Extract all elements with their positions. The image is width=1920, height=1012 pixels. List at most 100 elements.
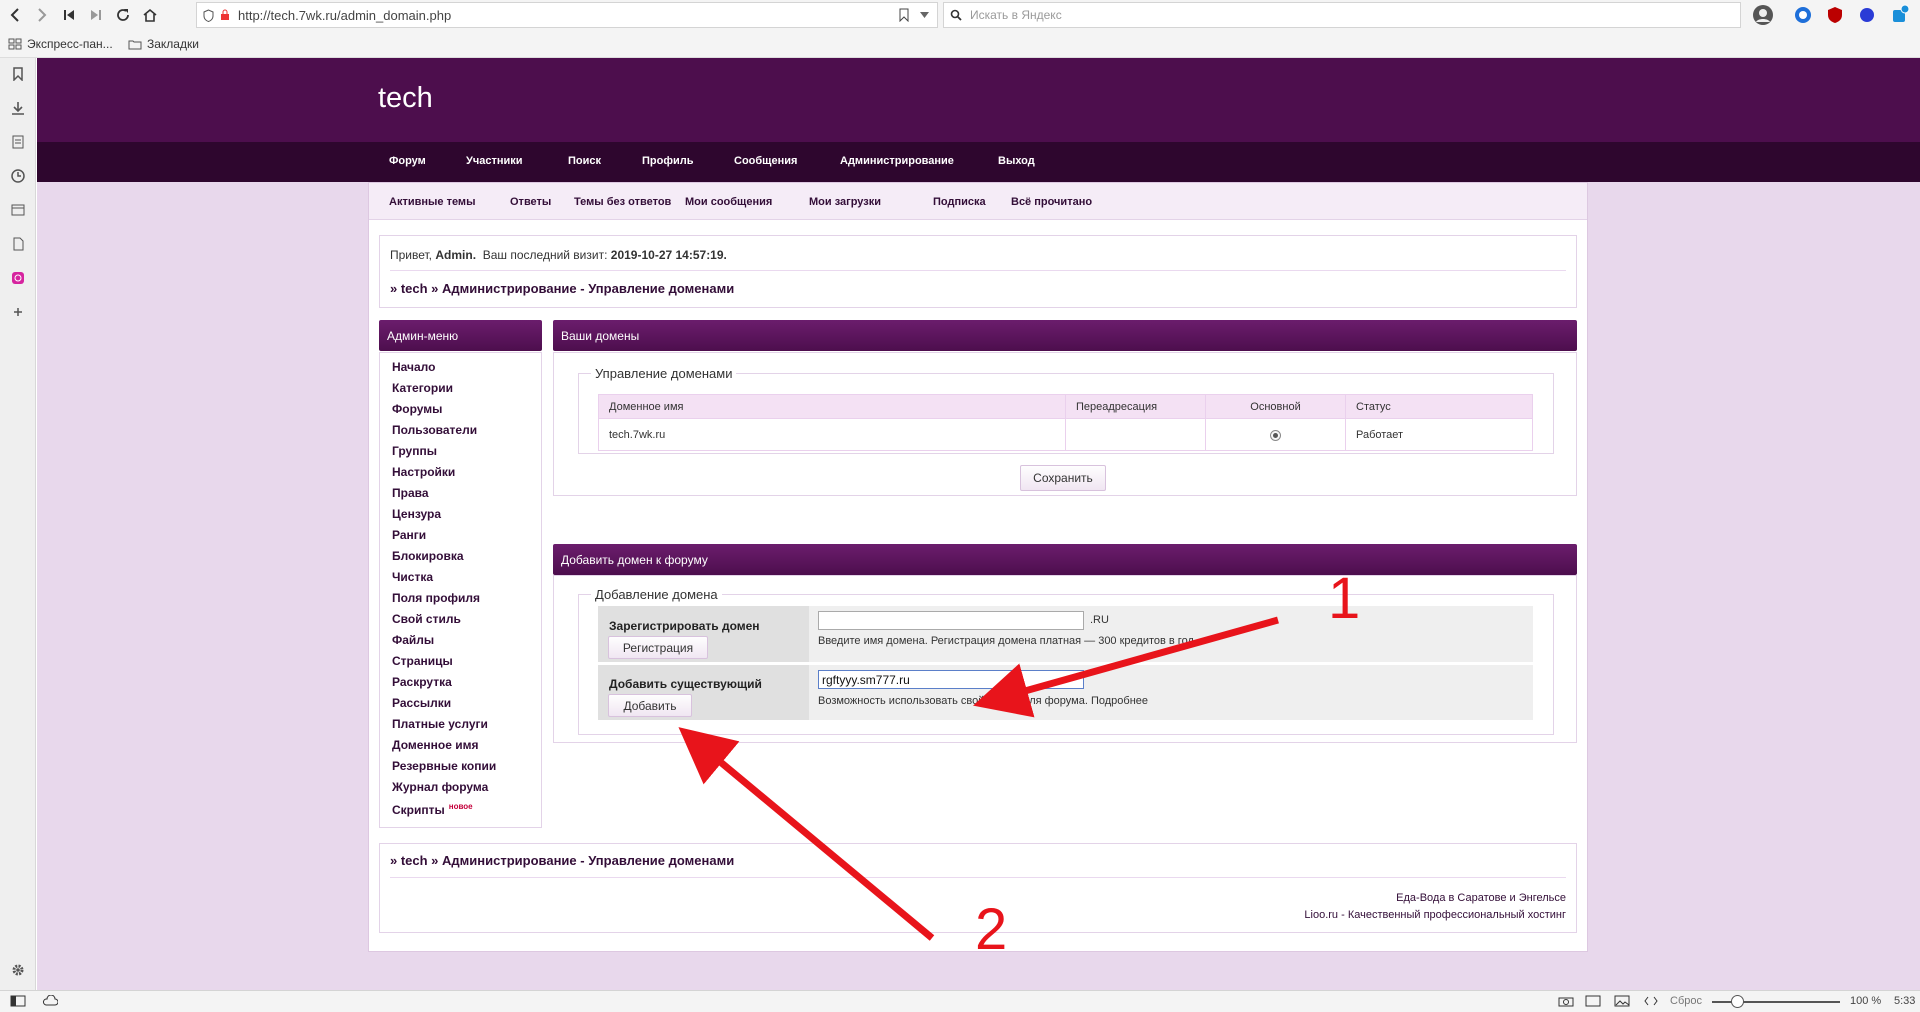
- admin-menu-profile-fields[interactable]: Поля профиля: [392, 591, 480, 605]
- admin-menu-pages[interactable]: Страницы: [392, 654, 453, 668]
- primary-radio[interactable]: [1270, 429, 1281, 441]
- admin-menu-groups[interactable]: Группы: [392, 444, 437, 458]
- bookmark-page-icon[interactable]: [899, 8, 909, 22]
- admin-menu-paid-services[interactable]: Платные услуги: [392, 717, 488, 731]
- admin-menu-forum-log[interactable]: Журнал форума: [392, 780, 488, 794]
- save-button[interactable]: Сохранить: [1020, 465, 1106, 491]
- settings-gear-icon[interactable]: [9, 961, 27, 979]
- history-icon[interactable]: [9, 167, 27, 185]
- download-icon[interactable]: [9, 99, 27, 117]
- admin-menu-bans[interactable]: Блокировка: [392, 549, 464, 563]
- redirect-cell[interactable]: [1065, 418, 1206, 451]
- extension-blue-icon[interactable]: [1792, 4, 1814, 26]
- admin-menu-permissions[interactable]: Права: [392, 486, 429, 500]
- admin-menu-censorship[interactable]: Цензура: [392, 507, 441, 521]
- grid-icon: [8, 38, 22, 50]
- bookmarks-icon[interactable]: [9, 65, 27, 83]
- forward-icon[interactable]: [29, 3, 54, 27]
- admin-menu-domain-name[interactable]: Доменное имя: [392, 738, 479, 752]
- username[interactable]: Admin.: [435, 248, 476, 262]
- clock: 5:33: [1894, 995, 1916, 1007]
- admin-menu-categories[interactable]: Категории: [392, 381, 453, 395]
- existing-domain-label: Добавить существующий: [609, 677, 762, 691]
- existing-hint[interactable]: Возможность использовать свой домен для …: [818, 695, 1148, 707]
- browser-sidebar: [0, 58, 36, 990]
- profile-icon[interactable]: [1752, 4, 1774, 26]
- search-bar[interactable]: Искать в Яндекс: [943, 2, 1741, 28]
- instagram-icon[interactable]: [9, 269, 27, 287]
- cloud-icon[interactable]: [42, 995, 58, 1007]
- subnav-my-uploads[interactable]: Мои загрузки: [809, 196, 881, 208]
- subnav-unanswered[interactable]: Темы без ответов: [574, 196, 671, 208]
- notes-icon[interactable]: [9, 133, 27, 151]
- breadcrumb[interactable]: » tech » Администрирование - Управление …: [390, 281, 734, 296]
- address-bar[interactable]: http://tech.7wk.ru/admin_domain.php: [196, 2, 938, 28]
- skip-back-icon[interactable]: [56, 3, 81, 27]
- add-panel-icon[interactable]: [9, 303, 27, 321]
- skip-forward-icon[interactable]: [83, 3, 108, 27]
- panel-toggle-icon[interactable]: [10, 995, 26, 1007]
- search-placeholder: Искать в Яндекс: [970, 8, 1062, 22]
- extension-shield-icon[interactable]: [1824, 4, 1846, 26]
- admin-menu-forums[interactable]: Форумы: [392, 402, 442, 416]
- zoom-reset[interactable]: Сброс: [1670, 995, 1702, 1007]
- extension-notify-icon[interactable]: [1888, 4, 1910, 26]
- add-button[interactable]: Добавить: [608, 694, 692, 717]
- nav-profile[interactable]: Профиль: [642, 155, 693, 167]
- admin-menu-files[interactable]: Файлы: [392, 633, 434, 647]
- footer-breadcrumb[interactable]: » tech » Администрирование - Управление …: [390, 853, 734, 868]
- reload-icon[interactable]: [110, 3, 135, 27]
- extension-globe-icon[interactable]: [1856, 4, 1878, 26]
- existing-domain-input[interactable]: rgftyyy.sm777.ru: [818, 670, 1084, 689]
- table-row: tech.7wk.ru Работает: [598, 418, 1533, 451]
- shield-icon: [203, 8, 214, 22]
- admin-menu-settings[interactable]: Настройки: [392, 465, 455, 479]
- bookmark-folder[interactable]: Закладки: [128, 37, 199, 51]
- window-icon[interactable]: [9, 201, 27, 219]
- admin-menu-ranks[interactable]: Ранги: [392, 528, 426, 542]
- admin-menu-start[interactable]: Начало: [392, 360, 435, 374]
- subnav-my-posts[interactable]: Мои сообщения: [685, 196, 772, 208]
- register-button[interactable]: Регистрация: [608, 636, 708, 659]
- subnav-mark-read[interactable]: Всё прочитано: [1011, 196, 1092, 208]
- subnav-subscriptions[interactable]: Подписка: [933, 196, 986, 208]
- back-icon[interactable]: [2, 3, 27, 27]
- bookmark-express-panel[interactable]: Экспресс-пан...: [8, 37, 113, 51]
- admin-menu-prune[interactable]: Чистка: [392, 570, 433, 584]
- admin-menu-backups[interactable]: Резервные копии: [392, 759, 496, 773]
- nav-members[interactable]: Участники: [466, 155, 523, 167]
- nav-messages[interactable]: Сообщения: [734, 155, 797, 167]
- zoom-slider-handle[interactable]: [1731, 995, 1744, 1008]
- home-icon[interactable]: [137, 3, 162, 27]
- code-icon[interactable]: [1644, 995, 1658, 1007]
- footer-link-hosting[interactable]: Lioo.ru - Качественный профессиональный …: [1304, 909, 1566, 921]
- nav-forum[interactable]: Форум: [389, 155, 426, 167]
- annotation-label-1: 1: [1328, 566, 1361, 631]
- bookmark-label: Закладки: [147, 37, 199, 51]
- url-text: http://tech.7wk.ru/admin_domain.php: [238, 7, 452, 23]
- register-domain-input[interactable]: [818, 611, 1084, 630]
- subnav-active-topics[interactable]: Активные темы: [389, 196, 475, 208]
- dropdown-icon[interactable]: [920, 12, 929, 18]
- admin-menu-scripts[interactable]: Скрипты новое: [392, 802, 473, 817]
- subnav-replies[interactable]: Ответы: [510, 196, 551, 208]
- admin-menu-custom-style[interactable]: Свой стиль: [392, 612, 461, 626]
- image-icon[interactable]: [1614, 995, 1630, 1007]
- site-logo[interactable]: tech: [378, 82, 433, 115]
- document-icon[interactable]: [9, 235, 27, 253]
- divider: [390, 270, 1566, 271]
- admin-menu-promotion[interactable]: Раскрутка: [392, 675, 452, 689]
- domains-header: Ваши домены: [553, 320, 1577, 351]
- admin-menu-users[interactable]: Пользователи: [392, 423, 477, 437]
- add-domain-panel: Добавление домена Зарегистрировать домен…: [553, 575, 1577, 743]
- window-tile-icon[interactable]: [1585, 995, 1601, 1007]
- nav-administration[interactable]: Администрирование: [840, 155, 954, 167]
- camera-icon[interactable]: [1558, 995, 1574, 1007]
- status-cell: Работает: [1345, 418, 1533, 451]
- nav-logout[interactable]: Выход: [998, 155, 1035, 167]
- divider: [390, 877, 1566, 878]
- scripts-label: Скрипты: [392, 803, 445, 817]
- footer-link-eda-voda[interactable]: Еда-Вода в Саратове и Энгельсе: [1396, 892, 1566, 904]
- nav-search[interactable]: Поиск: [568, 155, 601, 167]
- admin-menu-mailings[interactable]: Рассылки: [392, 696, 451, 710]
